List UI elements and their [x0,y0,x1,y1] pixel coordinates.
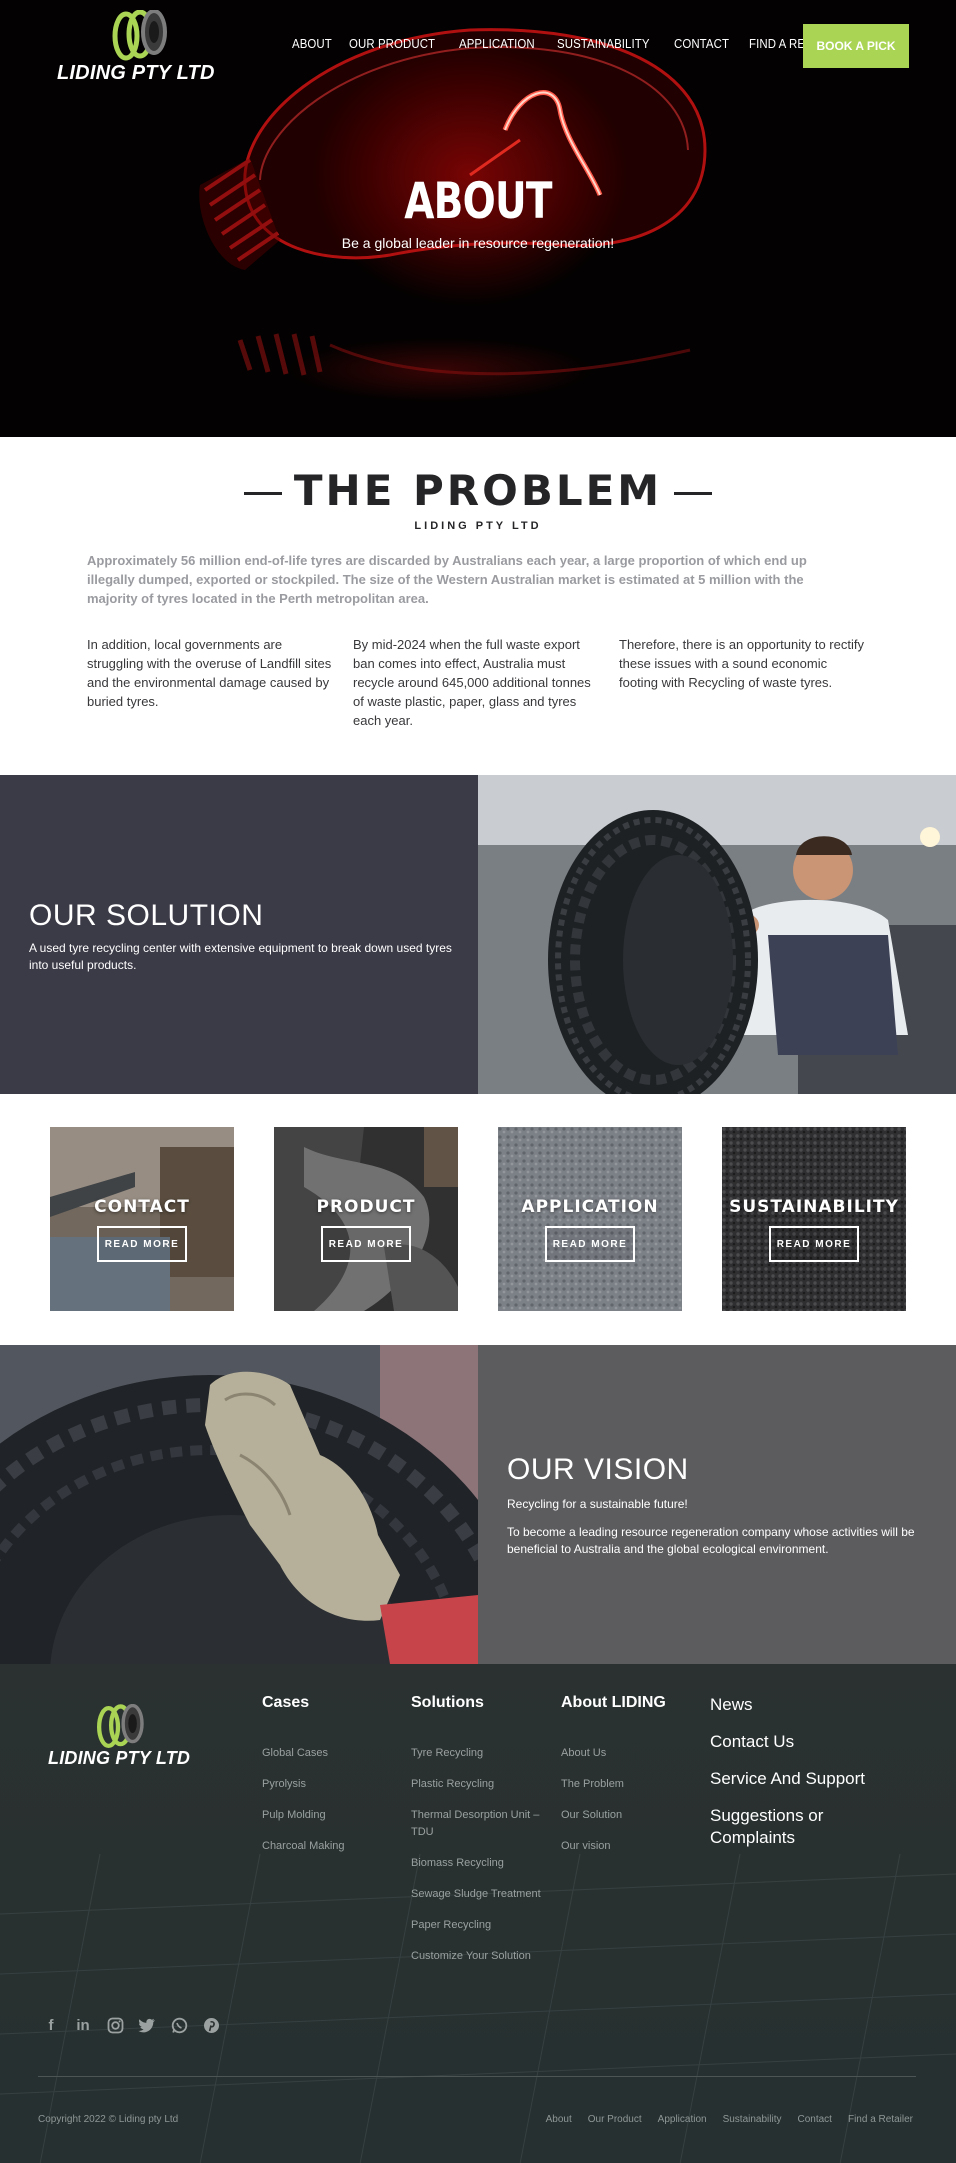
nav-application[interactable]: APPLICATION [459,36,535,51]
bottom-link-about[interactable]: About [546,2114,572,2125]
nav-sustainability[interactable]: SUSTAINABILITY [557,36,650,51]
footer-link-news[interactable]: News [710,1694,880,1716]
gloved-hand-tyre-image [0,1345,478,1664]
card-sustainability-background [722,1127,906,1311]
book-a-pick-button[interactable]: BOOK A PICK [803,24,909,68]
bottom-link-our-product[interactable]: Our Product [588,2114,642,2125]
twitter-icon[interactable] [136,2014,158,2036]
footer-link-paper-recycling[interactable]: Paper Recycling [411,1917,551,1934]
footer-link-plastic-recycling[interactable]: Plastic Recycling [411,1776,551,1793]
footer-link-biomass-recycling[interactable]: Biomass Recycling [411,1855,551,1872]
vision-title: OUR VISION [507,1453,689,1486]
instagram-icon[interactable] [104,2014,126,2036]
footer-link-pulp-molding[interactable]: Pulp Molding [262,1807,345,1824]
card-product-read-more-button[interactable]: READ MORE [321,1226,411,1262]
main-nav: ABOUT OUR PRODUCT APPLICATION SUSTAINABI… [292,36,870,51]
footer-link-our-vision[interactable]: Our vision [561,1838,666,1855]
logo-text: LIDING PTY LTD [57,62,215,84]
footer-link-about-us[interactable]: About Us [561,1745,666,1762]
card-contact[interactable]: CONTACT READ MORE [50,1127,234,1311]
card-contact-title: CONTACT [94,1197,190,1217]
card-contact-background [50,1127,234,1311]
footer-link-thermal-desorption-unit[interactable]: Thermal Desorption Unit – TDU [411,1807,551,1841]
footer-solutions-title: Solutions [411,1694,484,1711]
footer-link-our-solution[interactable]: Our Solution [561,1807,666,1824]
vision-text: To become a leading resource regeneratio… [507,1525,915,1556]
footer-link-global-cases[interactable]: Global Cases [262,1745,345,1762]
card-sustainability-read-more-button[interactable]: READ MORE [769,1226,859,1262]
whatsapp-icon[interactable] [168,2014,190,2036]
problem-heading: THE PROBLEM [0,466,956,515]
linkedin-icon[interactable]: in [72,2014,94,2036]
footer-link-contact-us[interactable]: Contact Us [710,1731,880,1753]
card-sustainability-title: SUSTAINABILITY [729,1197,899,1217]
problem-subtitle: LIDING PTY LTD [414,520,542,532]
footer-cases-column: Cases Global Cases Pyrolysis Pulp Moldin… [262,1694,345,1869]
card-product-title: PRODUCT [316,1197,416,1217]
facebook-icon[interactable]: f [40,2014,62,2036]
footer-link-sewage-sludge-treatment[interactable]: Sewage Sludge Treatment [411,1886,551,1903]
social-links: f in [40,2014,222,2036]
hero-title: ABOUT [404,172,552,230]
card-product-background [274,1127,458,1311]
footer-link-suggestions-complaints[interactable]: Suggestions or Complaints [710,1805,880,1849]
footer-logo-text: LIDING PTY LTD [48,1748,191,1768]
solution-text: A used tyre recycling center with extens… [29,941,452,972]
footer-divider [38,2076,916,2077]
heading-dash-left [243,492,282,495]
footer-link-service-support[interactable]: Service And Support [710,1768,880,1790]
solution-section: OUR SOLUTION A used tyre recycling cente… [0,775,478,1094]
footer-about-column: About LIDING About Us The Problem Our So… [561,1694,666,1869]
footer-logo-tyres-icon [97,1704,144,1748]
nav-contact[interactable]: CONTACT [674,36,729,51]
problem-title-text: THE PROBLEM [293,466,663,515]
bottom-link-application[interactable]: Application [658,2114,707,2125]
problem-lead-paragraph: Approximately 56 million end-of-life tyr… [87,553,807,606]
hero-section: LIDING PTY LTD ABOUT OUR PRODUCT APPLICA… [0,0,956,437]
problem-column-2: By mid-2024 when the full waste export b… [353,637,591,728]
card-contact-read-more-button[interactable]: READ MORE [97,1226,187,1262]
bottom-link-find-a-retailer[interactable]: Find a Retailer [848,2114,913,2125]
footer-solutions-column: Solutions Tyre Recycling Plastic Recycli… [411,1694,551,1979]
footer-link-the-problem[interactable]: The Problem [561,1776,666,1793]
card-application-title: APPLICATION [521,1197,659,1217]
problem-column-3: Therefore, there is an opportunity to re… [619,637,864,690]
footer-logo[interactable]: LIDING PTY LTD [48,1704,198,1779]
card-product[interactable]: PRODUCT READ MORE [274,1127,458,1311]
footer-link-tyre-recycling[interactable]: Tyre Recycling [411,1745,551,1762]
card-sustainability[interactable]: SUSTAINABILITY READ MORE [722,1127,906,1311]
footer-link-pyrolysis[interactable]: Pyrolysis [262,1776,345,1793]
solution-title: OUR SOLUTION [29,899,264,932]
site-footer: LIDING PTY LTD Cases Global Cases Pyroly… [0,1664,956,2163]
footer-bottom-links: About Our Product Application Sustainabi… [546,2114,913,2125]
pinterest-icon[interactable] [200,2014,222,2036]
bottom-link-contact[interactable]: Contact [798,2114,832,2125]
site-logo[interactable]: LIDING PTY LTD [57,10,214,85]
footer-link-customize-solution[interactable]: Customize Your Solution [411,1948,551,1965]
footer-cases-title: Cases [262,1694,310,1711]
footer-main-links: News Contact Us Service And Support Sugg… [710,1694,880,1864]
copyright-text: Copyright 2022 © Liding pty Ltd [38,2114,179,2125]
problem-column-1: In addition, local governments are strug… [87,637,332,709]
vision-section: OUR VISION Recycling for a sustainable f… [478,1345,956,1664]
nav-about[interactable]: ABOUT [292,36,332,51]
footer-about-title: About LIDING [561,1694,666,1711]
logo-tyres-icon [112,10,167,61]
hero-subtitle: Be a global leader in resource regenerat… [341,235,615,251]
mechanic-with-tyre-image [478,775,956,1094]
vision-tagline: Recycling for a sustainable future! [507,1497,688,1511]
card-application[interactable]: APPLICATION READ MORE [498,1127,682,1311]
nav-our-product[interactable]: OUR PRODUCT [349,36,435,51]
bottom-link-sustainability[interactable]: Sustainability [723,2114,782,2125]
heading-dash-right [674,492,713,495]
card-application-background [498,1127,682,1311]
footer-link-charcoal-making[interactable]: Charcoal Making [262,1838,345,1855]
card-application-read-more-button[interactable]: READ MORE [545,1226,635,1262]
